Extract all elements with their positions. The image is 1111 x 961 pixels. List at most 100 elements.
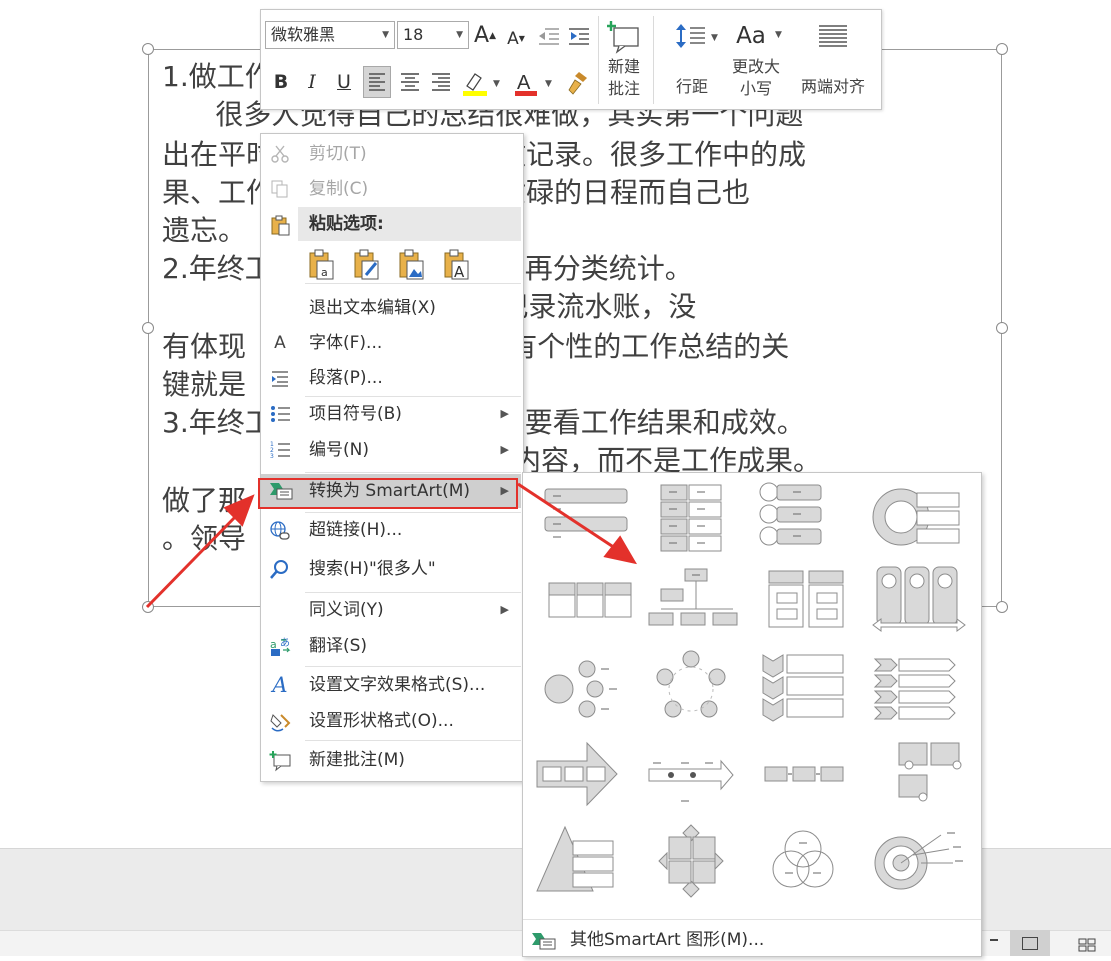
smartart-layout-pillars-list[interactable]: [861, 561, 969, 643]
normal-view-button[interactable]: [1010, 930, 1050, 956]
menu-item-item-3[interactable]: 退出文本编辑(X): [261, 291, 521, 325]
menu-item-label: 剪切(T): [309, 144, 367, 164]
menu-item-label: 字体(F)...: [309, 333, 383, 353]
grow-font-button[interactable]: A▲: [473, 24, 497, 48]
menu-item-font[interactable]: A 字体(F)...: [261, 326, 521, 360]
svg-text:A: A: [517, 72, 531, 94]
hyperlink-icon: [269, 520, 291, 540]
shrink-font-icon: A: [507, 29, 519, 49]
target-icon: [874, 832, 963, 890]
menu-item-search[interactable]: 搜索(H)"很多人": [261, 552, 521, 586]
menu-item-translate[interactable]: a あ翻译(S): [261, 629, 521, 663]
bold-button[interactable]: B: [269, 70, 293, 94]
smartart-layout-horizontal-bullet-list[interactable]: [525, 561, 633, 643]
italic-button[interactable]: I: [301, 70, 323, 94]
smartart-layout-matrix[interactable]: [637, 819, 745, 901]
menu-item-numbering[interactable]: 1 2 3 编号(N) ▶: [261, 433, 521, 467]
font-name-combo[interactable]: 微软雅黑 ▼: [265, 21, 395, 49]
smartart-layout-chevron-list[interactable]: [861, 647, 969, 729]
font-name-value: 微软雅黑: [271, 25, 336, 44]
font-size-combo[interactable]: 18 ▼: [397, 21, 469, 49]
change-case-button[interactable]: Aa ▼ 更改大 小写: [725, 20, 787, 106]
more-smartart-graphics[interactable]: 其他SmartArt 图形(M)...: [523, 925, 981, 955]
menu-item-label: 同义词(Y): [309, 600, 384, 620]
vertical-bullet-list-icon: [544, 488, 628, 538]
smartart-layout-vertical-bullet-list[interactable]: [525, 475, 633, 557]
numbering-icon: 123: [269, 440, 291, 460]
resize-handle-left[interactable]: [142, 322, 154, 334]
menu-item-label: 翻译(S): [309, 636, 368, 656]
grouped-list-icon: [768, 570, 844, 628]
smartart-layout-target[interactable]: [861, 819, 969, 901]
menu-item-label: 设置形状格式(O)...: [309, 711, 454, 731]
resize-handle-bottom-left[interactable]: [142, 601, 154, 613]
line-spacing-icon: ▼: [676, 24, 718, 48]
increase-indent-icon[interactable]: [567, 26, 591, 46]
align-right-button[interactable]: [428, 68, 454, 96]
mini-toolbar: 微软雅黑 ▼ 18 ▼ A▲ A▼ B I U ▼ A ▼ 新建 批注 ▼ 行距 …: [260, 9, 882, 110]
smartart-layout-nested-target-list[interactable]: [861, 475, 969, 557]
scissors-icon: [269, 144, 291, 164]
menu-item-hyperlink[interactable]: 超链接(H)...: [261, 513, 521, 547]
smartart-layout-vertical-box-list[interactable]: [749, 475, 857, 557]
smartart-layout-venn[interactable]: [749, 819, 857, 901]
underline-button[interactable]: U: [331, 70, 357, 94]
org-chart-icon: [648, 568, 738, 626]
resize-handle-right[interactable]: [996, 322, 1008, 334]
align-right-icon: [432, 73, 450, 91]
menu-separator: [305, 740, 521, 741]
zoom-minus-icon[interactable]: [990, 939, 998, 941]
bullets-icon: [269, 404, 291, 424]
smartart-layout-vertical-chevron-list[interactable]: [749, 647, 857, 729]
smartart-layout-basic-process[interactable]: [749, 733, 857, 815]
resize-handle-bottom-right[interactable]: [996, 601, 1008, 613]
smartart-layout-picture-process[interactable]: [861, 733, 969, 815]
chevron-down-icon: ▼: [382, 30, 389, 40]
align-center-button[interactable]: [397, 68, 423, 96]
new-comment-button[interactable]: 新建 批注: [604, 20, 644, 106]
keep-source-formatting-icon[interactable]: a: [307, 249, 337, 281]
align-left-button[interactable]: [363, 66, 391, 98]
shrink-font-button[interactable]: A▼: [505, 27, 527, 51]
change-case-icon: Aa: [736, 23, 766, 49]
use-destination-theme-icon[interactable]: [352, 249, 382, 281]
menu-item-paste[interactable]: 粘贴选项:: [261, 207, 521, 241]
menu-item-text-effects[interactable]: A 设置文字效果格式(S)...: [261, 668, 521, 702]
menu-item-shape-format[interactable]: 设置形状格式(O)...: [261, 704, 521, 738]
format-painter-button[interactable]: [565, 68, 593, 98]
keep-text-only-icon[interactable]: A: [442, 249, 472, 281]
submenu-arrow-icon: ▶: [500, 407, 509, 420]
smartart-layout-timeline-arrow[interactable]: [637, 733, 745, 815]
smartart-layout-basic-cycle[interactable]: [637, 647, 745, 729]
highlight-color-button[interactable]: ▼: [461, 68, 501, 98]
smartart-icon: [531, 931, 557, 951]
rotate-handle-icon[interactable]: [566, 0, 592, 8]
bold-icon: B: [273, 71, 289, 93]
picture-icon[interactable]: [397, 249, 427, 281]
smartart-layout-process-arrows[interactable]: [525, 733, 633, 815]
smartart-layout-grouped-list[interactable]: [749, 561, 857, 643]
resize-handle-top-right[interactable]: [996, 43, 1008, 55]
resize-handle-top-left[interactable]: [142, 43, 154, 55]
smartart-layout-stacked-list[interactable]: [637, 475, 745, 557]
smartart-layout-radial-cluster[interactable]: [525, 647, 633, 729]
menu-item-comment[interactable]: 新建批注(M): [261, 743, 521, 777]
menu-item-copy[interactable]: 复制(C): [261, 172, 521, 206]
menu-item-paragraph[interactable]: 段落(P)...: [261, 361, 521, 395]
svg-text:▼: ▼: [711, 33, 718, 43]
line-spacing-button[interactable]: ▼ 行距: [663, 20, 721, 106]
menu-item-scissors[interactable]: 剪切(T): [261, 137, 521, 171]
toolbar-divider: [598, 16, 599, 104]
font-color-button[interactable]: A ▼: [513, 68, 553, 98]
menu-item-label: 段落(P)...: [309, 368, 383, 388]
menu-item-item-11[interactable]: 同义词(Y) ▶: [261, 593, 521, 627]
smartart-layout-pyramid-list[interactable]: [525, 819, 633, 901]
svg-text:あ: あ: [280, 637, 290, 649]
paste-icon: [269, 214, 291, 236]
decrease-indent-icon[interactable]: [537, 26, 561, 46]
justify-button[interactable]: 两端对齐: [793, 20, 873, 106]
menu-separator: [305, 512, 521, 513]
menu-item-bullets[interactable]: 项目符号(B) ▶: [261, 397, 521, 431]
smartart-layout-org-chart[interactable]: [637, 561, 745, 643]
slide-sorter-icon[interactable]: [1078, 937, 1096, 952]
